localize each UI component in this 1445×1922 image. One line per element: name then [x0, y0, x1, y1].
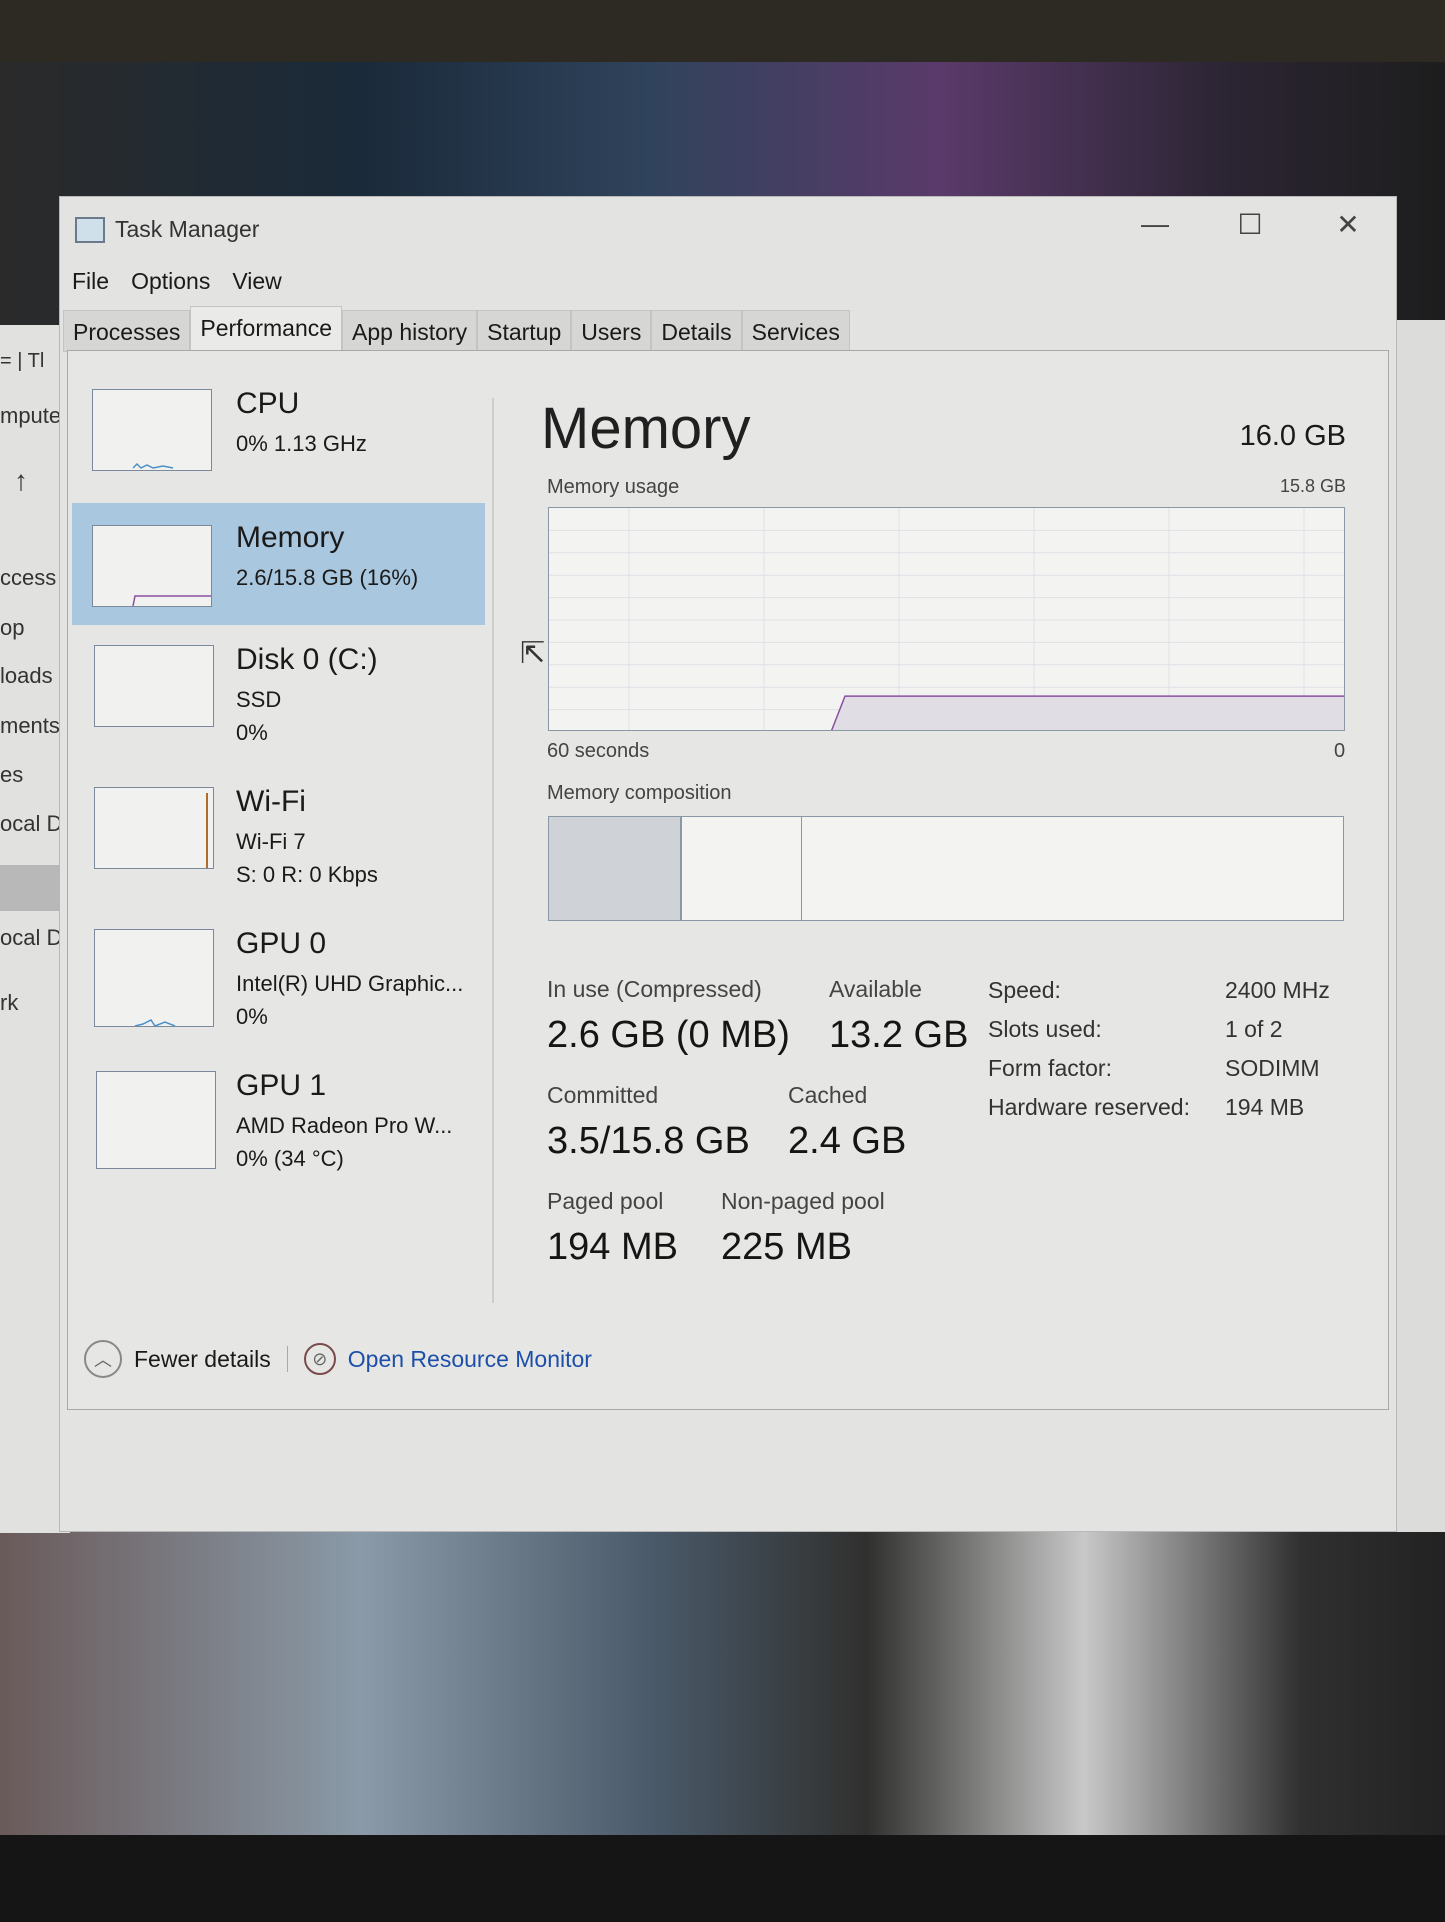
time-axis-left: 60 seconds [547, 740, 650, 762]
background-window [1390, 320, 1445, 1532]
spec-hw-reserved-label: Hardware reserved: [988, 1094, 1190, 1120]
sidebar-item-detail: S: 0 R: 0 Kbps [236, 862, 378, 887]
sidebar-item-label: GPU 1 [236, 1069, 327, 1102]
tab-startup[interactable]: Startup [477, 310, 572, 352]
behind-text: mpute [0, 403, 62, 428]
behind-text: es [0, 762, 24, 787]
mouse-cursor-icon: ⇱ [520, 637, 546, 670]
spec-slots-value: 1 of 2 [1225, 1016, 1283, 1042]
composition-free[interactable] [802, 817, 1343, 920]
tab-services[interactable]: Services [741, 310, 850, 352]
sidebar-item-detail: Intel(R) UHD Graphic... [236, 971, 464, 996]
sidebar-item-detail: 0% 1.13 GHz [236, 431, 367, 456]
sidebar-item-detail: 0% (34 °C) [236, 1146, 344, 1171]
menu-view[interactable]: View [232, 268, 281, 295]
close-button[interactable]: ✕ [1328, 208, 1368, 241]
behind-text: ocal D [0, 811, 63, 836]
committed-value: 3.5/15.8 GB [547, 1120, 750, 1162]
behind-text: ccess [0, 565, 57, 590]
behind-text: loads [0, 663, 53, 688]
window-title: Task Manager [115, 216, 260, 242]
cached-value: 2.4 GB [788, 1120, 907, 1162]
tab-app-history[interactable]: App history [342, 310, 478, 352]
sidebar-item-gpu-0[interactable]: GPU 0 Intel(R) UHD Graphic... 0% [72, 921, 485, 1043]
paged-pool-value: 194 MB [547, 1226, 678, 1268]
memory-usage-chart [549, 508, 1344, 730]
maximize-button[interactable]: ☐ [1230, 208, 1270, 241]
behind-text: ocal D [0, 925, 63, 950]
available-value: 13.2 GB [829, 1014, 969, 1056]
sidebar-item-label: GPU 0 [236, 927, 327, 960]
total-memory: 16.0 GB [1239, 420, 1346, 452]
sidebar-item-detail: 2.6/15.8 GB (16%) [236, 565, 419, 590]
footer: ︿ Fewer details ⊘ Open Resource Monitor [84, 1340, 592, 1378]
panel-divider [492, 398, 494, 1303]
fewer-details-button[interactable]: Fewer details [134, 1346, 271, 1373]
available-label: Available [829, 976, 922, 1002]
tab-processes[interactable]: Processes [63, 310, 191, 352]
sidebar-item-label: Memory [236, 521, 345, 554]
paged-pool-label: Paged pool [547, 1188, 664, 1214]
disk-thumbnail-graph [94, 645, 214, 727]
sidebar-item-gpu-1[interactable]: GPU 1 AMD Radeon Pro W... 0% (34 °C) [72, 1063, 485, 1185]
sidebar-item-detail: 0% [236, 1004, 268, 1029]
tab-performance[interactable]: Performance [190, 306, 343, 350]
non-paged-pool-value: 225 MB [721, 1226, 852, 1268]
cpu-thumbnail-graph [92, 389, 212, 471]
sidebar-item-disk-0[interactable]: Disk 0 (C:) SSD 0% [72, 637, 485, 759]
composition-in-use[interactable] [549, 817, 682, 920]
non-paged-pool-label: Non-paged pool [721, 1188, 885, 1214]
sidebar-item-label: Wi-Fi [236, 785, 306, 818]
in-use-value: 2.6 GB (0 MB) [547, 1014, 790, 1056]
behind-text: rk [0, 990, 19, 1015]
menu-options[interactable]: Options [131, 268, 210, 295]
chevron-up-icon[interactable]: ︿ [84, 1340, 122, 1378]
composition-modified-standby[interactable] [682, 817, 802, 920]
cached-label: Cached [788, 1082, 868, 1108]
spec-form-factor-value: SODIMM [1225, 1055, 1320, 1081]
gpu1-thumbnail-graph [96, 1071, 216, 1169]
memory-composition-bar [548, 816, 1344, 921]
task-manager-icon [75, 217, 105, 243]
in-use-label: In use (Compressed) [547, 976, 762, 1002]
resource-monitor-icon: ⊘ [303, 1343, 336, 1375]
menu-file[interactable]: File [72, 268, 109, 295]
memory-usage-label: Memory usage [547, 476, 680, 498]
wifi-thumbnail-graph [94, 787, 214, 869]
tab-users[interactable]: Users [571, 310, 652, 352]
monitor-bezel [0, 0, 1445, 62]
behind-text: ments [0, 713, 60, 738]
memory-usage-max: 15.8 GB [1279, 476, 1346, 496]
sidebar-item-cpu[interactable]: CPU 0% 1.13 GHz [72, 381, 485, 503]
committed-label: Committed [547, 1082, 659, 1108]
page-title: Memory [541, 396, 751, 461]
sidebar-item-detail: 0% [236, 720, 268, 745]
spec-hw-reserved-value: 194 MB [1225, 1094, 1305, 1120]
sidebar-item-detail: SSD [236, 687, 282, 712]
sidebar-item-label: CPU [236, 387, 300, 420]
desktop-background-bottom [0, 1530, 1445, 1840]
time-axis-right: 0 [1334, 740, 1346, 762]
memory-composition-label: Memory composition [547, 782, 732, 804]
memory-thumbnail-graph [92, 525, 212, 607]
tab-bar: Processes Performance App history Startu… [63, 306, 850, 352]
sidebar-item-detail: Wi-Fi 7 [236, 829, 306, 854]
spec-speed-value: 2400 MHz [1225, 977, 1330, 1003]
sidebar-item-wifi[interactable]: Wi-Fi Wi-Fi 7 S: 0 R: 0 Kbps [72, 779, 485, 901]
sidebar-item-memory[interactable]: Memory 2.6/15.8 GB (16%) [72, 503, 485, 625]
monitor-bezel-bottom [0, 1835, 1445, 1922]
memory-usage-area [830, 695, 1344, 730]
spec-slots-label: Slots used: [988, 1016, 1102, 1042]
memory-usage-graph [548, 507, 1345, 731]
open-resource-monitor-link[interactable]: Open Resource Monitor [348, 1346, 592, 1373]
gpu0-thumbnail-graph [94, 929, 214, 1027]
sidebar-item-label: Disk 0 (C:) [236, 643, 378, 676]
menu-bar: File Options View [72, 268, 282, 295]
tab-details[interactable]: Details [651, 310, 742, 352]
behind-text: op [0, 615, 25, 640]
sidebar-item-detail: AMD Radeon Pro W... [236, 1113, 453, 1138]
spec-form-factor-label: Form factor: [988, 1055, 1112, 1081]
minimize-button[interactable]: — [1135, 208, 1175, 240]
spec-speed-label: Speed: [988, 977, 1061, 1003]
